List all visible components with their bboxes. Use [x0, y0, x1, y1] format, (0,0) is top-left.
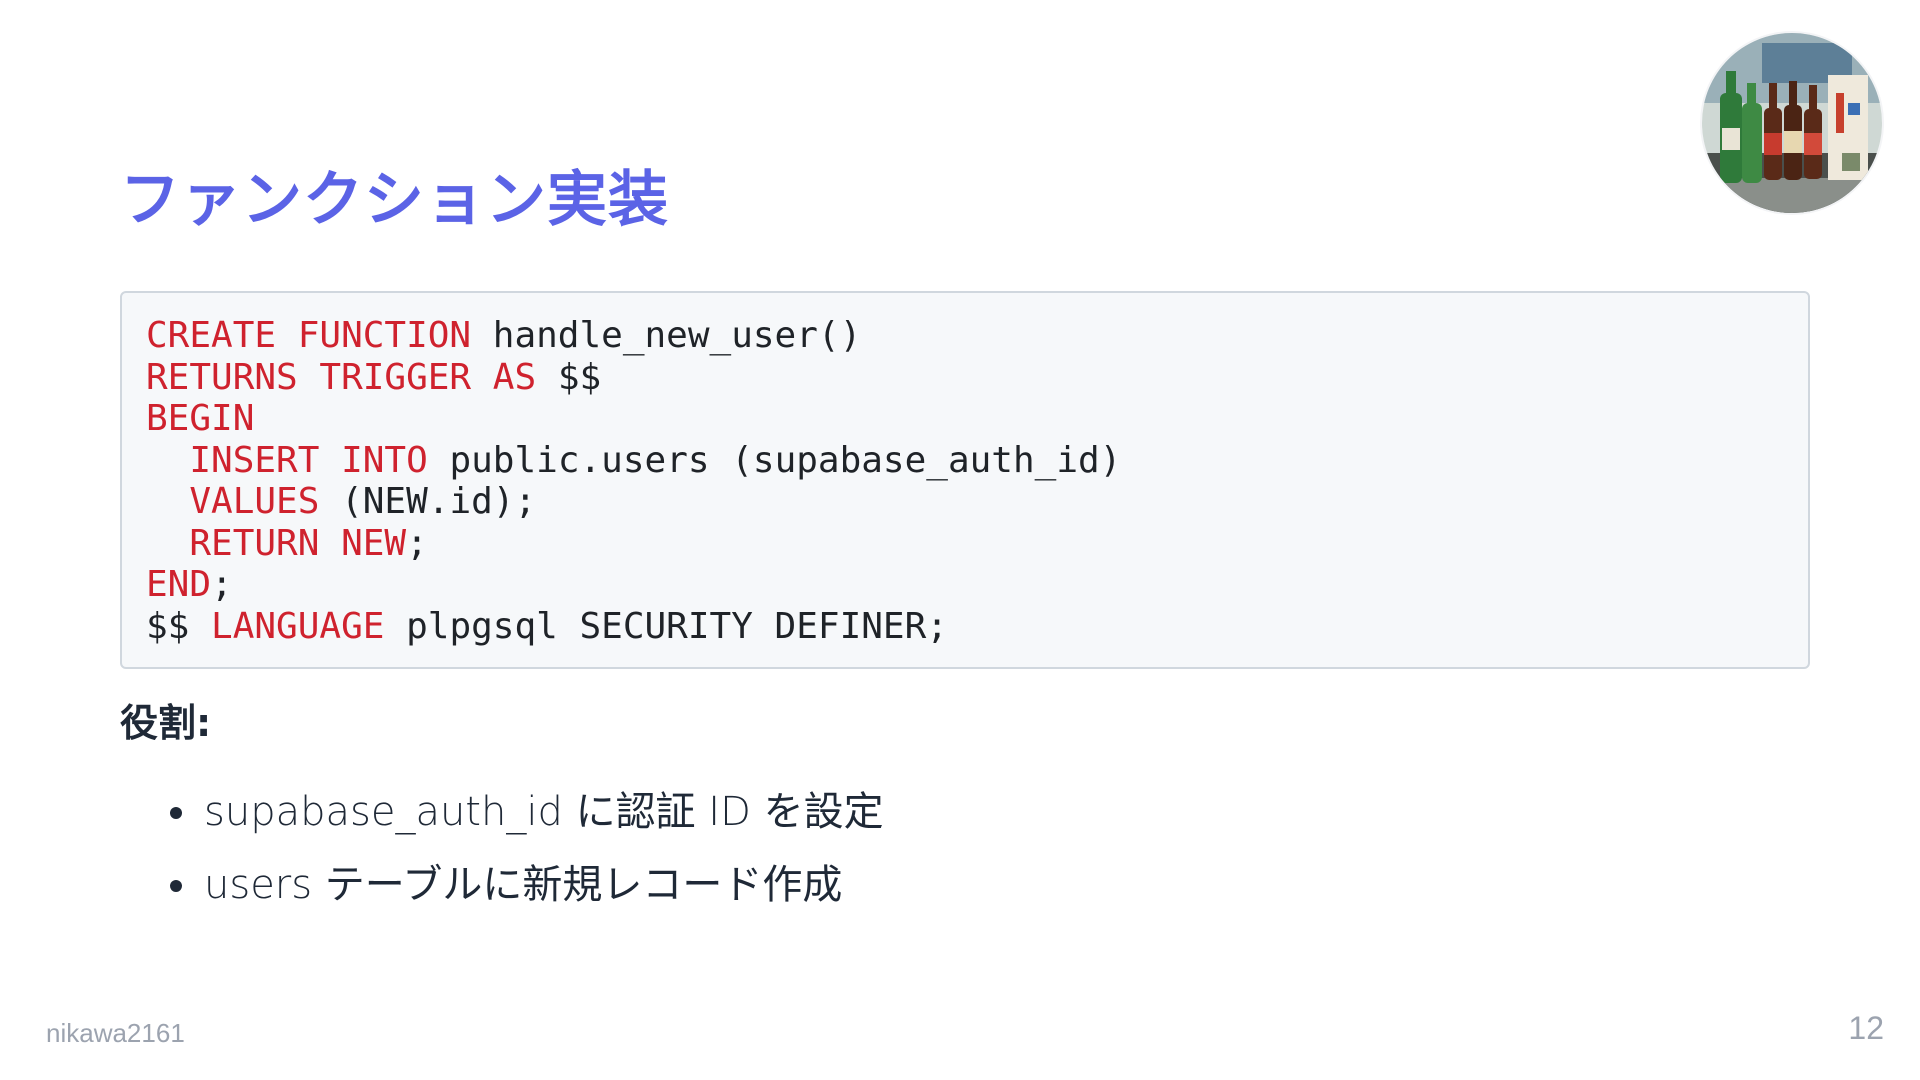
- code-text: public.users (supabase_auth_id): [427, 439, 1122, 481]
- code-text: ;: [406, 522, 428, 564]
- role-bullet-list: supabase_auth_id に認証 ID を設定 users テーブルに新…: [120, 785, 884, 931]
- bullet-dot-icon: [170, 807, 182, 819]
- code-keyword: INSERT INTO: [189, 439, 428, 481]
- code-keyword: RETURN NEW: [189, 522, 407, 564]
- code-text: $$: [536, 356, 602, 398]
- code-keyword: END: [146, 564, 212, 605]
- footer-author: nikawa2161: [46, 1018, 185, 1048]
- code-line: $$ LANGUAGE plpgsql SECURITY DEFINER;: [146, 606, 1784, 648]
- code-line: RETURNS TRIGGER AS $$: [146, 357, 1784, 399]
- list-item: supabase_auth_id に認証 ID を設定: [120, 785, 884, 839]
- bullet-text: users テーブルに新規レコード作成: [204, 862, 843, 908]
- code-keyword: RETURNS TRIGGER AS: [146, 356, 537, 398]
- code-text: plpgsql SECURITY DEFINER;: [384, 605, 948, 647]
- list-item: users テーブルに新規レコード作成: [120, 858, 884, 912]
- slide: ファンクション実装 CREATE FUNCTION handle_new_use…: [0, 0, 1920, 1080]
- code-line: RETURN NEW;: [146, 523, 1784, 565]
- code-keyword: CREATE FUNCTION: [146, 315, 472, 356]
- code-line: VALUES (NEW.id);: [146, 481, 1784, 523]
- code-text: handle_new_user(): [471, 315, 862, 356]
- page-number: 12: [1848, 1010, 1884, 1046]
- code-keyword: BEGIN: [146, 398, 255, 439]
- code-text: ;: [211, 564, 233, 605]
- author-avatar: [1702, 33, 1882, 213]
- code-line: END;: [146, 564, 1784, 606]
- code-keyword: VALUES: [189, 481, 320, 522]
- bullet-dot-icon: [170, 880, 182, 892]
- code-block: CREATE FUNCTION handle_new_user() RETURNS…: [120, 291, 1810, 669]
- code-line: INSERT INTO public.users (supabase_auth_…: [146, 440, 1784, 482]
- code-keyword: LANGUAGE: [211, 605, 385, 647]
- code-text: $$: [146, 605, 212, 647]
- bullet-text: supabase_auth_id に認証 ID を設定: [204, 789, 884, 835]
- code-text: (NEW.id);: [319, 481, 537, 522]
- role-heading: 役割:: [120, 701, 212, 745]
- bottles-photo-icon: [1702, 33, 1882, 213]
- code-line: CREATE FUNCTION handle_new_user(): [146, 315, 1784, 357]
- slide-title: ファンクション実装: [120, 165, 669, 235]
- code-line: BEGIN: [146, 398, 1784, 440]
